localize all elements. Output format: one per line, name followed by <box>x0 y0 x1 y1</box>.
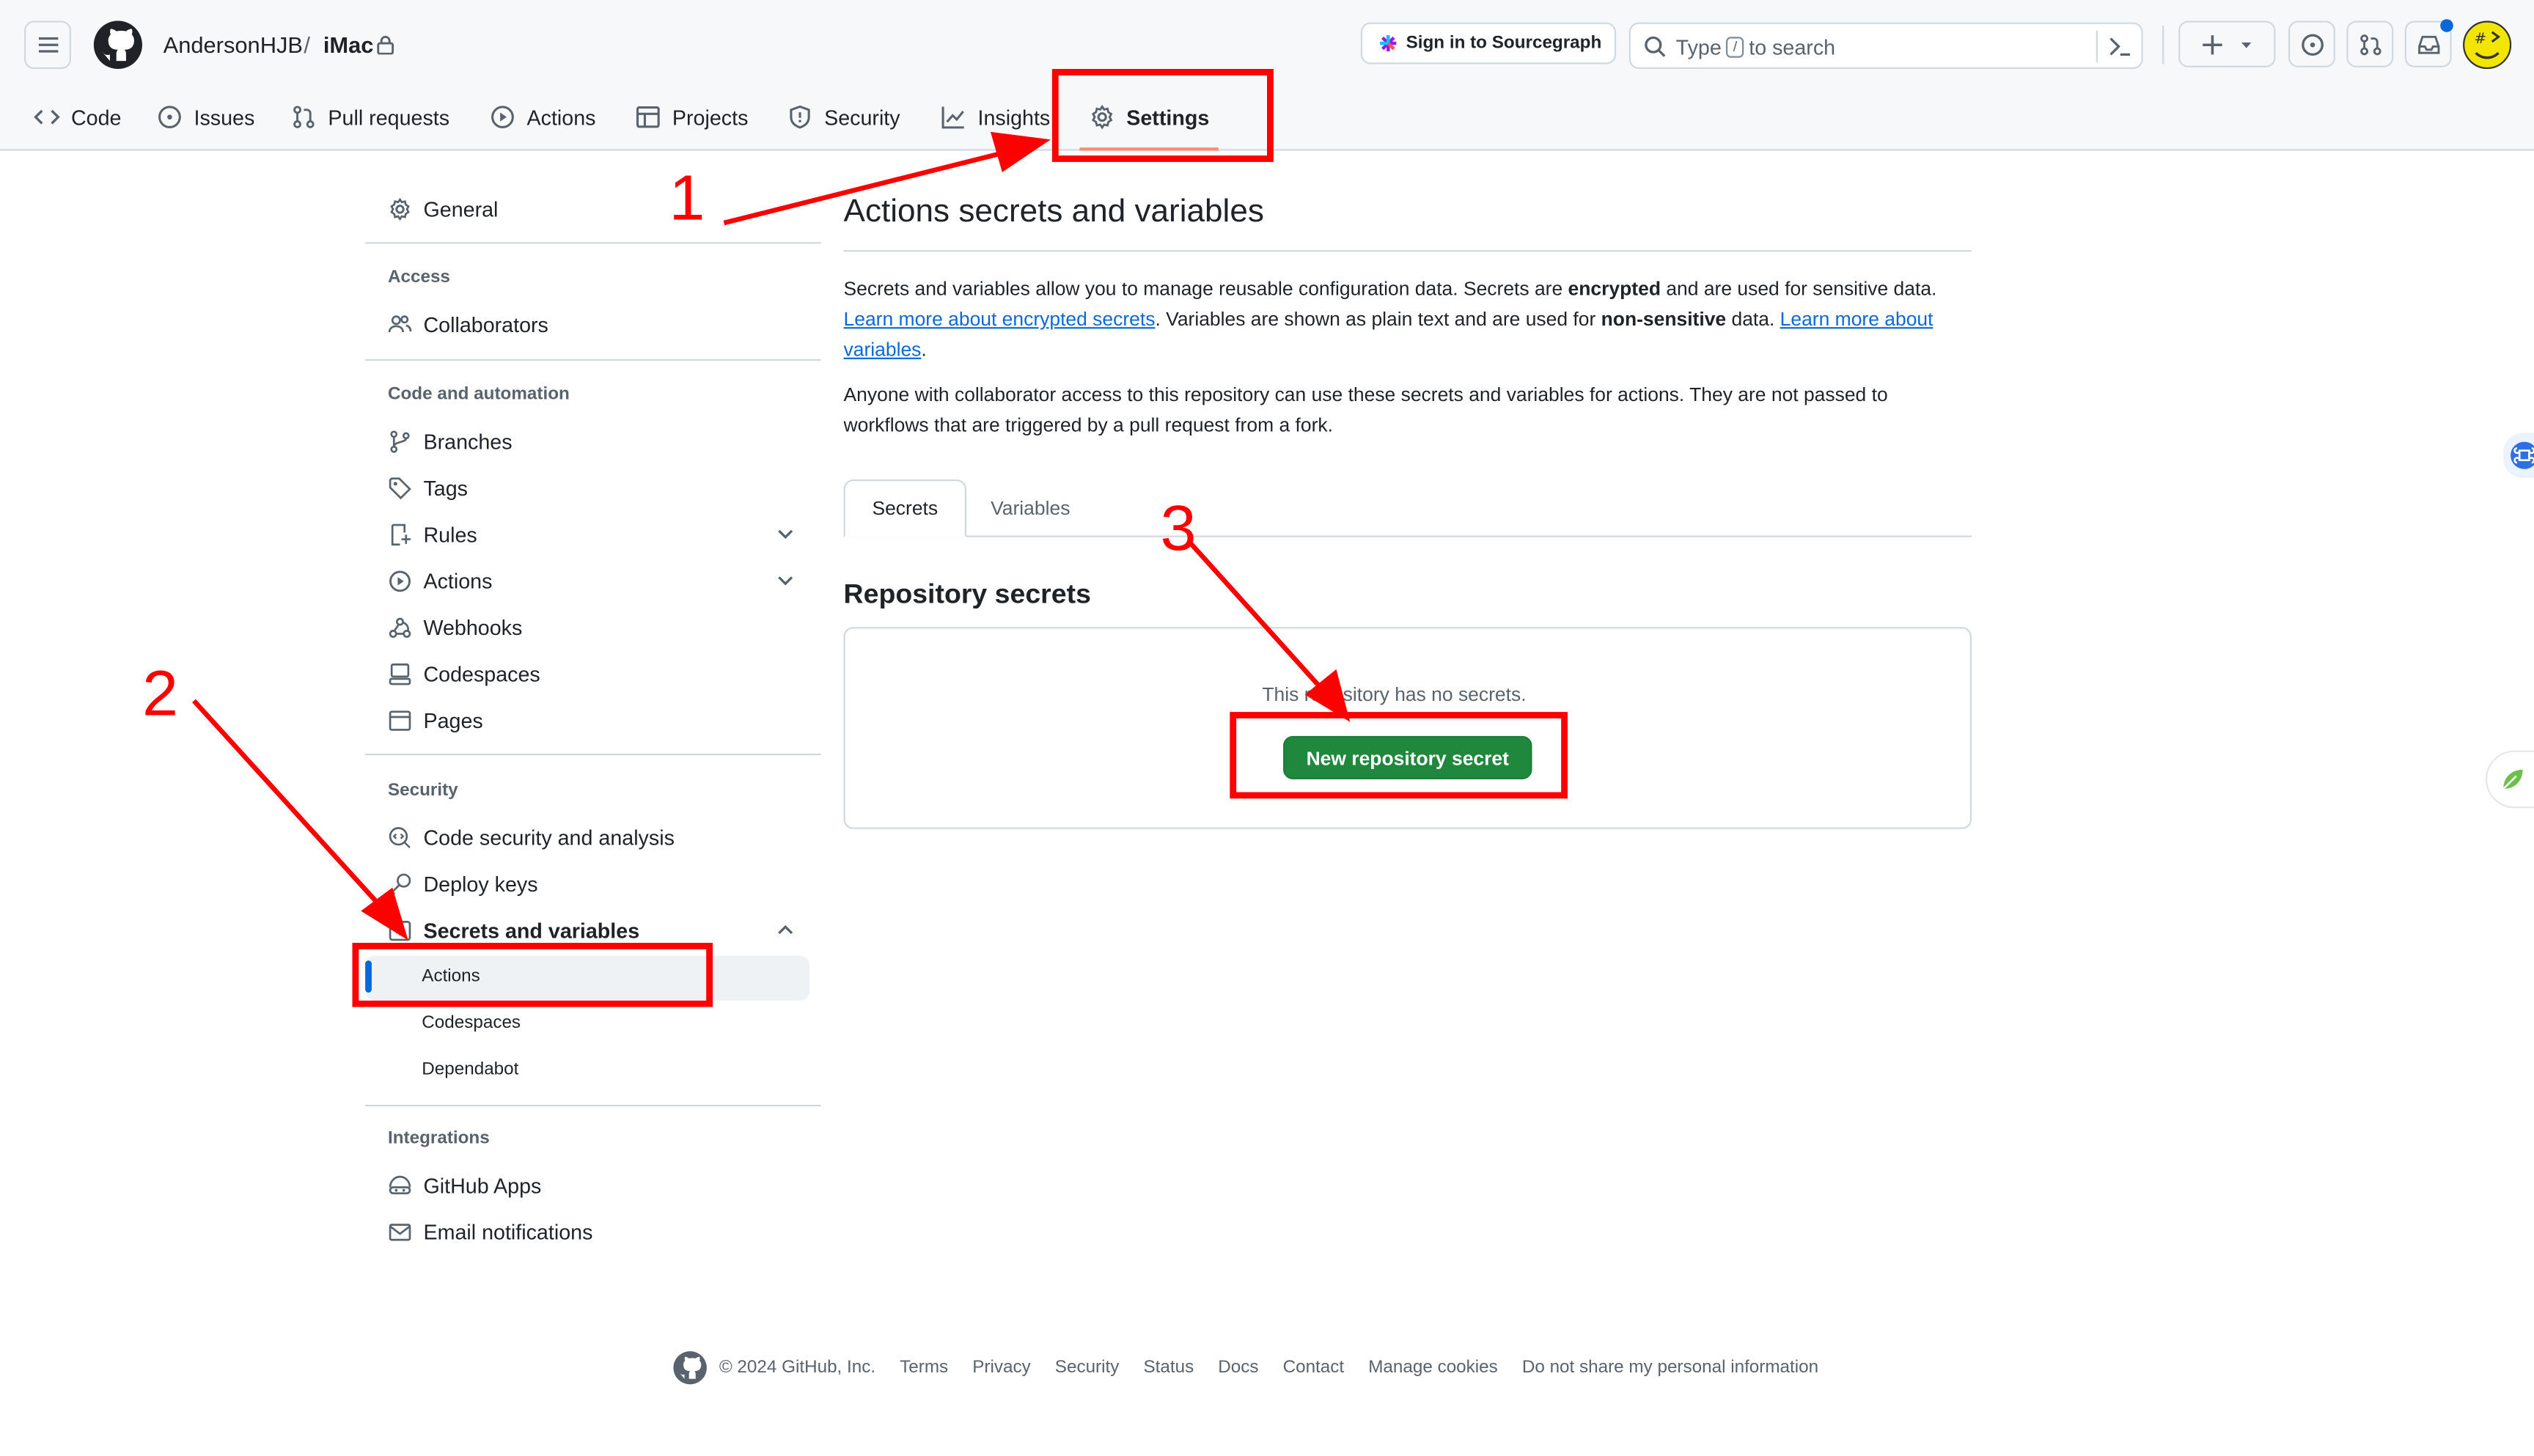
footer-copyright: © 2024 GitHub, Inc. <box>719 1358 876 1378</box>
arrow-1-line <box>723 150 1006 226</box>
footer-link-terms[interactable]: Terms <box>900 1358 948 1378</box>
footer-link-status[interactable]: Status <box>1143 1358 1194 1378</box>
command-key-icon <box>2511 441 2534 469</box>
github-logo-icon[interactable] <box>672 1350 708 1386</box>
footer-link-contact[interactable]: Contact <box>1283 1358 1345 1378</box>
arrow-1-head <box>990 131 1051 172</box>
annotation-arrows <box>192 131 1351 941</box>
footer-link-manage-cookies[interactable]: Manage cookies <box>1368 1358 1498 1378</box>
footer-link-docs[interactable]: Docs <box>1218 1358 1258 1378</box>
leaf-icon <box>2502 769 2523 790</box>
footer-link-do-not-share[interactable]: Do not share my personal information <box>1522 1358 1818 1378</box>
extension-float-button[interactable] <box>2503 433 2534 478</box>
arrow-3-line <box>1187 540 1327 695</box>
footer-link-security[interactable]: Security <box>1055 1358 1120 1378</box>
footer-link-privacy[interactable]: Privacy <box>972 1358 1030 1378</box>
footer: © 2024 GitHub, Inc. Terms Privacy Securi… <box>672 1350 1818 1386</box>
arrow-2-line <box>192 699 387 913</box>
